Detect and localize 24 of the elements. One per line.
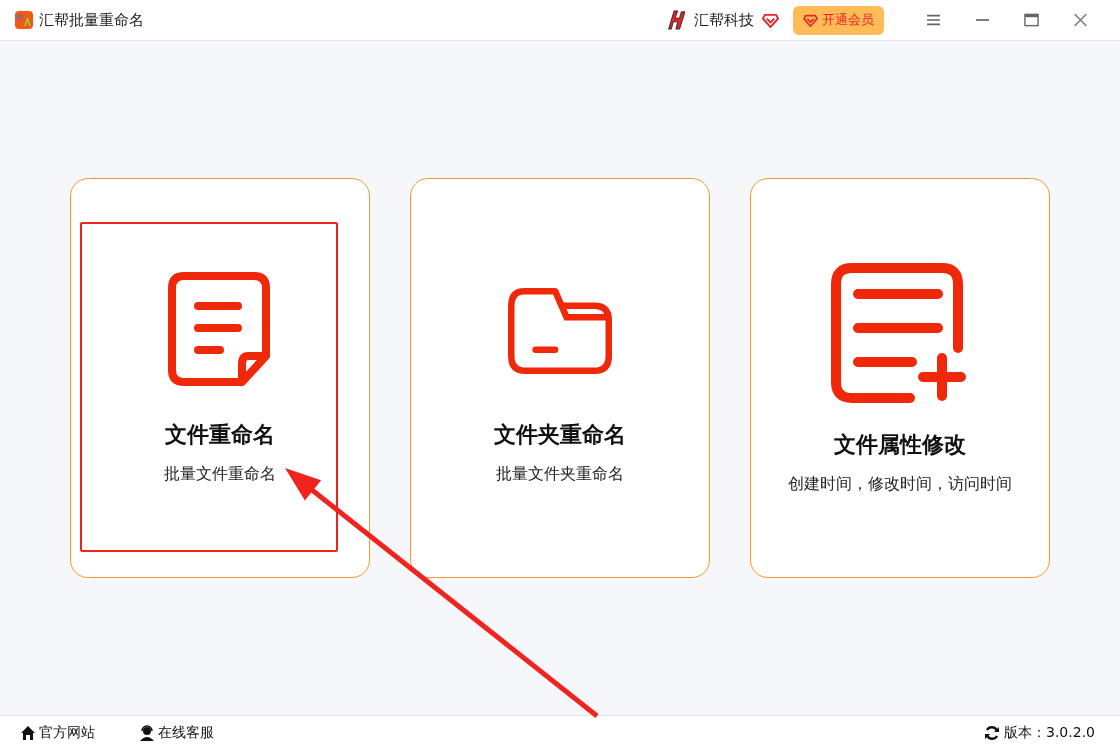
brand-logo-icon	[665, 9, 685, 31]
brand-name: 汇帮科技	[694, 10, 754, 30]
home-icon	[20, 724, 36, 741]
feature-card[interactable]: 文件属性修改 创建时间，修改时间，访问时间	[750, 178, 1050, 578]
card-subtitle: 批量文件重命名	[164, 463, 276, 485]
version-label: 版本：3.0.2.0	[1004, 723, 1095, 742]
card-title: 文件夹重命名	[494, 420, 626, 449]
diamond-icon	[762, 12, 779, 28]
close-icon[interactable]	[1073, 13, 1088, 27]
feature-card[interactable]: 文件夹重命名 批量文件夹重命名	[410, 178, 710, 578]
app-logo-icon	[15, 11, 33, 29]
maximize-icon[interactable]	[1024, 13, 1039, 27]
diamond-icon	[803, 13, 818, 27]
feature-card[interactable]: 文件重命名 批量文件重命名	[70, 178, 370, 578]
headset-person-icon	[139, 724, 155, 741]
card-title: 文件重命名	[165, 420, 275, 449]
card-title: 文件属性修改	[834, 430, 966, 459]
window-title: 汇帮批量重命名	[39, 10, 144, 30]
footer-link[interactable]: 官方网站	[20, 723, 95, 742]
refresh-icon[interactable]	[984, 724, 1000, 741]
card-subtitle: 批量文件夹重命名	[496, 463, 624, 485]
card-subtitle: 创建时间，修改时间，访问时间	[788, 473, 1012, 495]
footer-link[interactable]: 在线客服	[139, 723, 214, 742]
menu-icon[interactable]	[926, 13, 941, 27]
